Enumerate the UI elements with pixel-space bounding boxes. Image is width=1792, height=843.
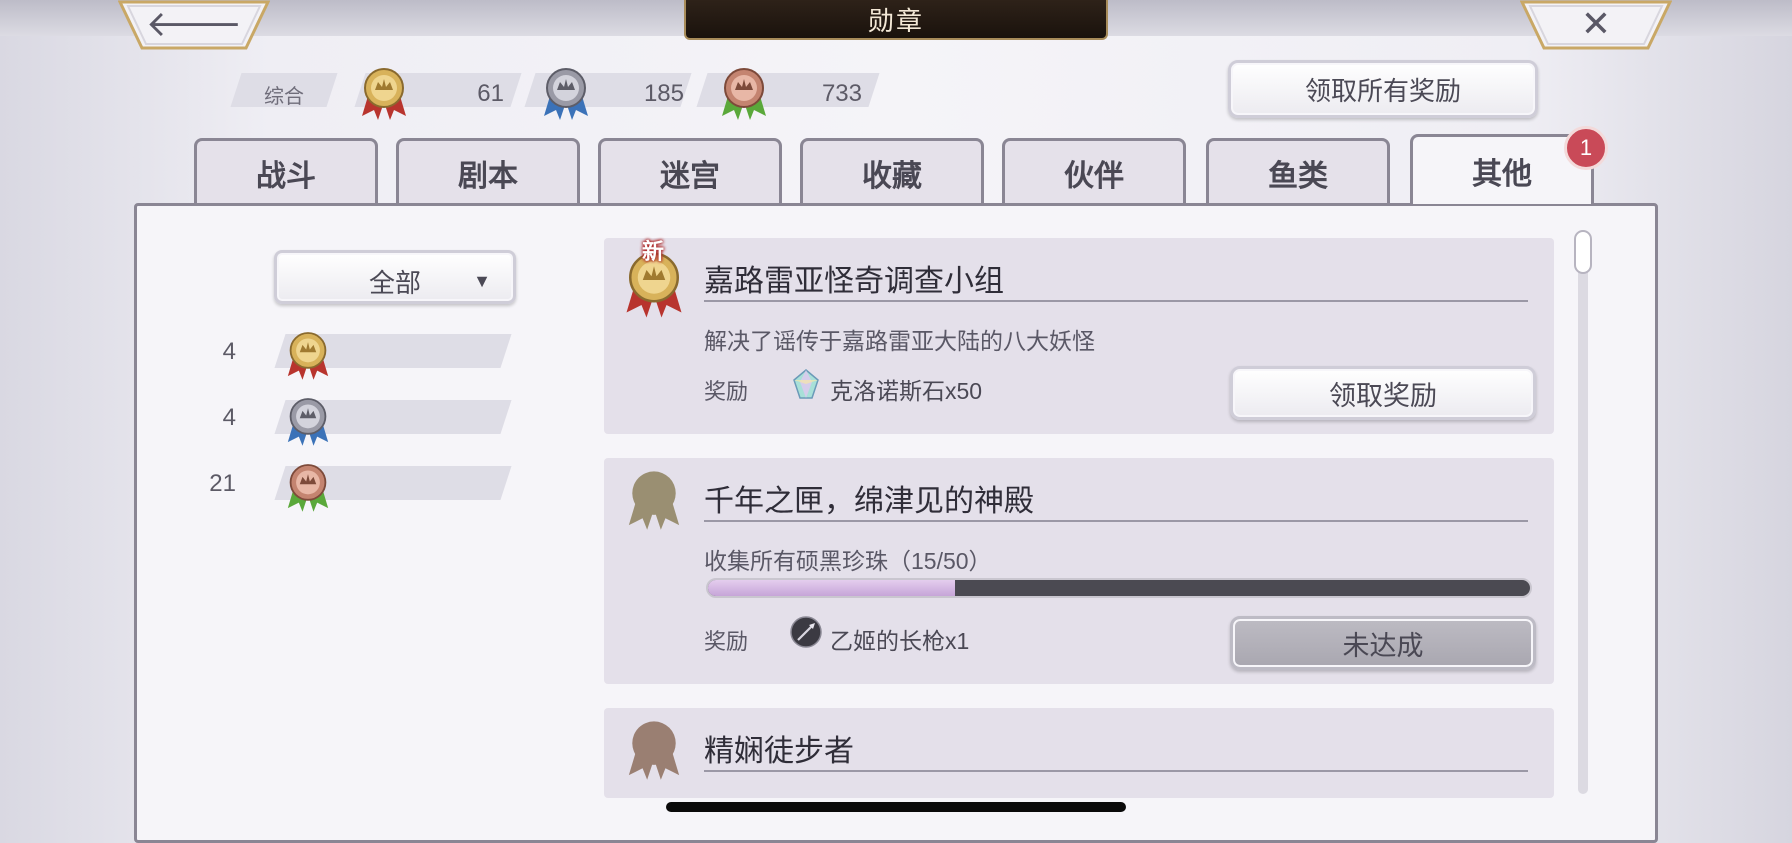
medal-card: 新 嘉路雷亚怪奇调查小组 解决了谣传于嘉路雷亚大陆的八大妖怪 奖励 克洛诺斯石x…	[604, 238, 1554, 434]
filter-dropdown[interactable]: 全部 ▼	[274, 250, 516, 304]
bronze-medal-icon	[287, 464, 329, 512]
spear-icon	[790, 616, 822, 648]
not-achieved-button[interactable]: 未达成	[1230, 616, 1536, 670]
locked-medal-icon	[628, 471, 680, 530]
left-arrow-icon: 🡐	[145, 3, 243, 44]
reward-label: 奖励	[704, 629, 749, 654]
close-button[interactable]: ✕	[1520, 0, 1672, 50]
medal-card: 精娴徒步者	[604, 708, 1554, 798]
tab-script[interactable]: 剧本	[396, 138, 580, 204]
home-indicator[interactable]	[666, 802, 1126, 812]
tab-companion[interactable]: 伙伴	[1002, 138, 1186, 204]
page-title: 勋章	[867, 5, 924, 36]
summary-label: 综合	[264, 86, 304, 108]
title-plate: 勋章	[684, 0, 1108, 40]
close-x-icon: ✕	[1580, 3, 1612, 44]
chronos-stone-icon	[793, 369, 819, 399]
silver-filter-count: 4	[222, 404, 236, 431]
silver-medal-icon	[287, 398, 329, 446]
medal-card: 千年之匣，绵津见的神殿 收集所有硕黑珍珠（15/50） 奖励 乙姬的长枪x1 未…	[604, 458, 1554, 684]
dropdown-triangle-icon: ▼	[473, 271, 491, 291]
progress-bar	[706, 578, 1532, 598]
medal-title: 嘉路雷亚怪奇调查小组	[704, 265, 1004, 298]
divider	[704, 300, 1528, 302]
tab-collection[interactable]: 收藏	[800, 138, 984, 204]
notification-badge: 1	[1564, 126, 1608, 170]
divider	[704, 770, 1528, 772]
new-tag: 新	[642, 239, 665, 264]
reward-label: 奖励	[704, 379, 749, 404]
scrollbar-thumb[interactable]	[1574, 230, 1592, 274]
gold-count: 61	[477, 80, 504, 107]
divider	[704, 520, 1528, 522]
medal-title: 千年之匣，绵津见的神殿	[704, 485, 1034, 518]
reward-item: 克洛诺斯石x50	[830, 378, 983, 404]
tab-labyrinth[interactable]: 迷宫	[598, 138, 782, 204]
gold-medal-icon	[287, 332, 329, 380]
back-button[interactable]: 🡐	[118, 0, 270, 50]
medal-title: 精娴徒步者	[704, 735, 854, 768]
locked-medal-icon	[628, 721, 680, 780]
tab-battle[interactable]: 战斗	[194, 138, 378, 204]
tab-fish[interactable]: 鱼类	[1206, 138, 1390, 204]
medal-description: 解决了谣传于嘉路雷亚大陆的八大妖怪	[704, 328, 1095, 354]
bronze-count: 733	[821, 80, 862, 107]
gold-filter-count: 4	[222, 338, 236, 365]
silver-count: 185	[643, 80, 684, 107]
progress-fill	[708, 580, 955, 596]
bronze-filter-count: 21	[209, 470, 236, 497]
scrollbar-track[interactable]	[1578, 232, 1588, 794]
reward-item: 乙姬的长枪x1	[830, 628, 970, 654]
medal-description: 收集所有硕黑珍珠（15/50）	[704, 548, 992, 574]
claim-reward-button[interactable]: 领取奖励	[1230, 366, 1536, 420]
claim-all-button[interactable]: 领取所有奖励	[1228, 60, 1538, 118]
